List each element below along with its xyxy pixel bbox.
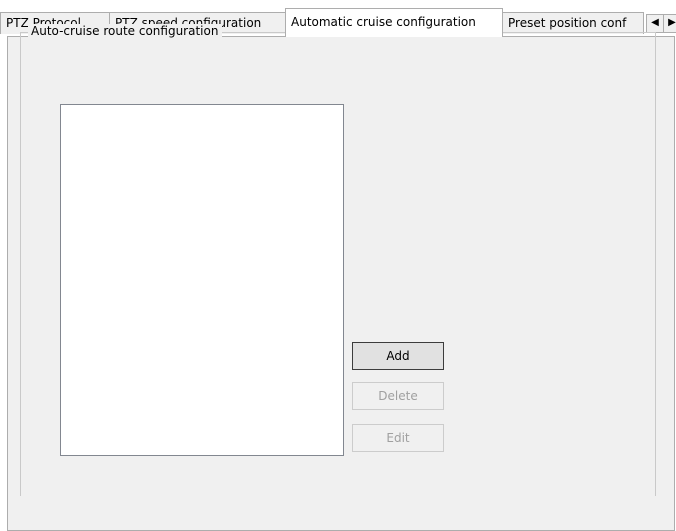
tab-automatic-cruise-configuration[interactable]: Automatic cruise configuration	[285, 8, 503, 37]
tab-preset-position-configuration[interactable]: Preset position conf	[502, 12, 644, 34]
edit-button[interactable]: Edit	[352, 424, 444, 452]
cutoff-heading-fragment	[440, 0, 500, 6]
ptz-config-dialog: PTZ Protocol PTZ speed configuration Aut…	[0, 0, 676, 531]
triangle-left-icon: ◀	[651, 17, 659, 28]
tab-scroll-right-button[interactable]: ▶	[663, 14, 676, 33]
delete-button[interactable]: Delete	[352, 382, 444, 410]
triangle-right-icon: ▶	[668, 17, 676, 28]
tab-scroll-left-button[interactable]: ◀	[646, 14, 664, 33]
cruise-route-list[interactable]	[60, 104, 344, 456]
groupbox-title: Auto-cruise route configuration	[28, 24, 223, 38]
add-button[interactable]: Add	[352, 342, 444, 370]
